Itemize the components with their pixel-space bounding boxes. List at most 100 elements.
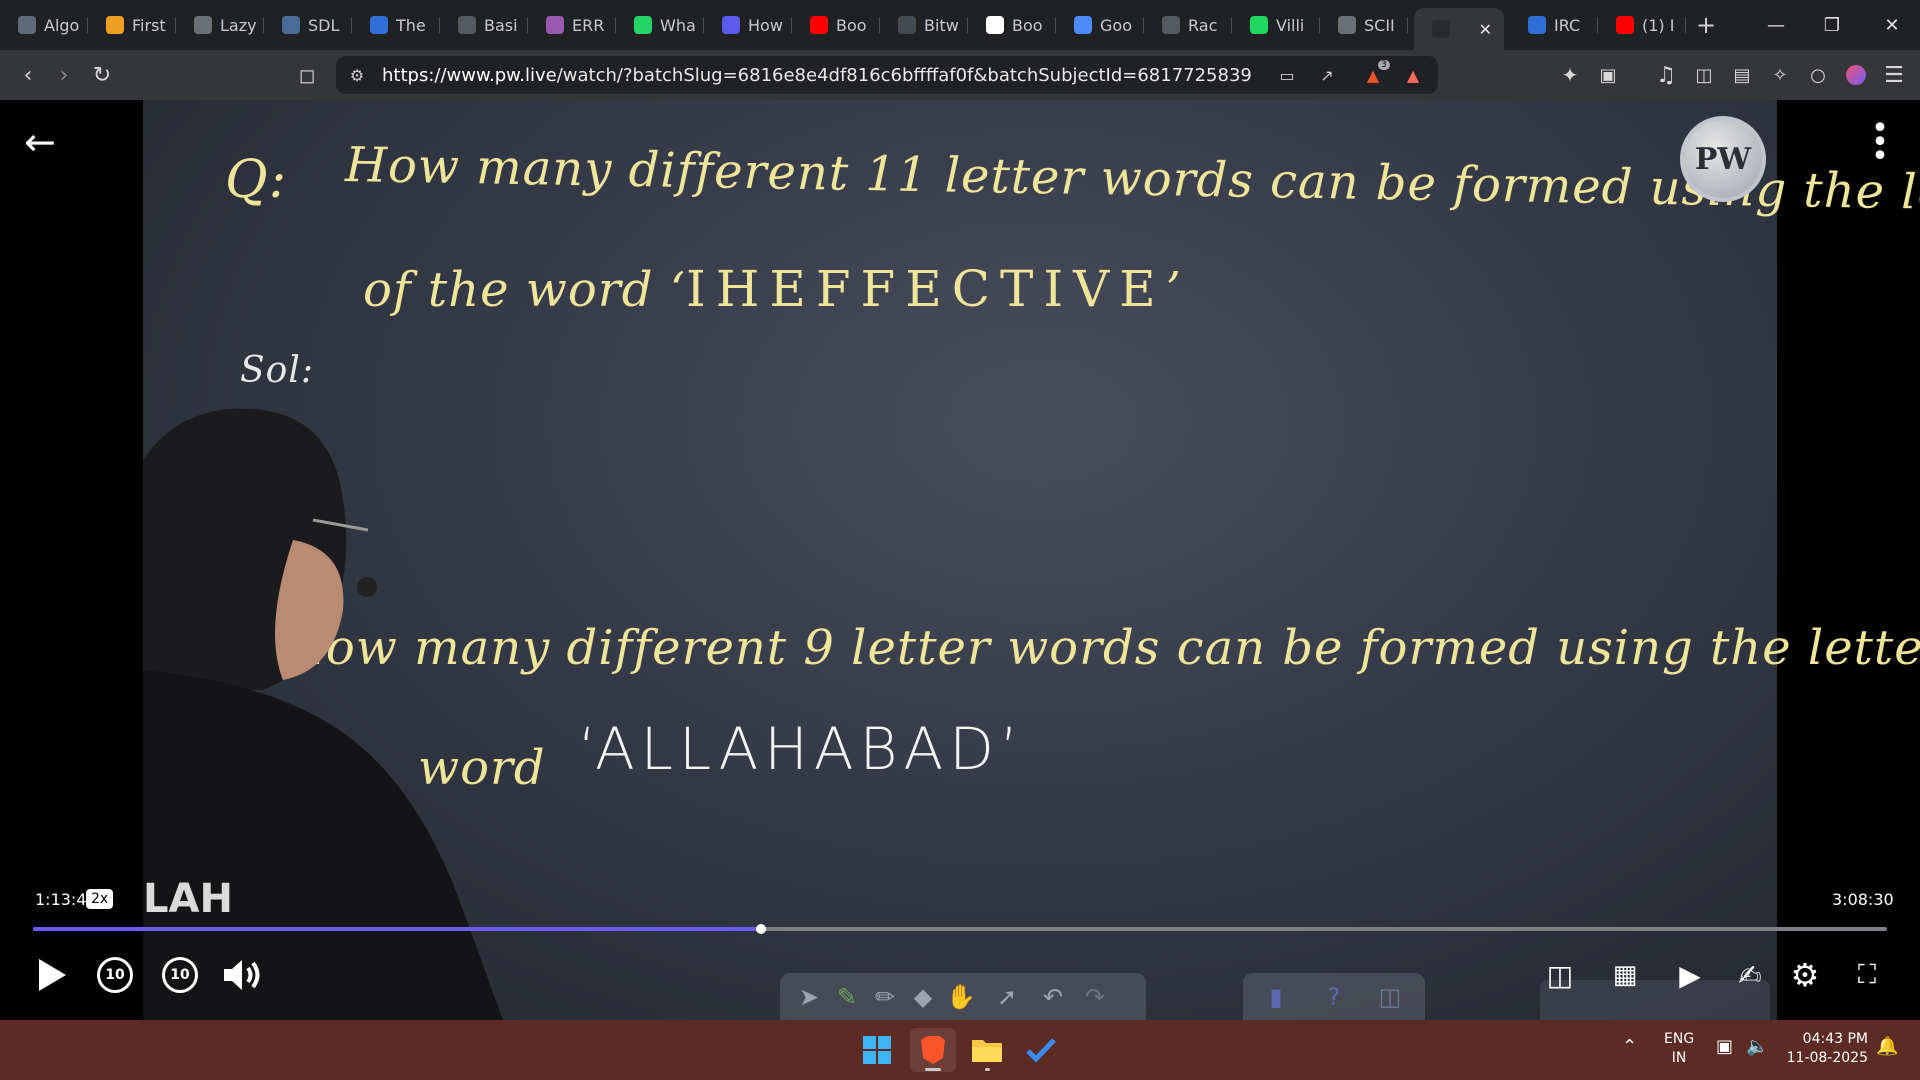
slides-icon: ▶ — [1679, 958, 1701, 992]
browser-tab[interactable]: First — [88, 0, 176, 50]
browser-tab[interactable]: SDL — [264, 0, 352, 50]
browser-tab[interactable]: Boo — [792, 0, 880, 50]
back-arrow-icon[interactable]: ← — [24, 122, 64, 162]
browser-tab[interactable]: Rac — [1144, 0, 1232, 50]
browser-tab[interactable]: How — [704, 0, 792, 50]
video-player[interactable]: Q: How many different 11 letter words ca… — [0, 100, 1920, 1020]
close-tab-icon[interactable]: ✕ — [1479, 20, 1492, 39]
url-text[interactable]: https://www.pw.live/watch/?batchSlug=681… — [382, 65, 1252, 86]
progress-bar[interactable] — [33, 924, 1887, 934]
browser-tab[interactable]: IRC — [1510, 0, 1598, 50]
slides-button[interactable]: ▶ — [1665, 950, 1715, 1000]
language-indicator[interactable]: ENG IN — [1664, 1030, 1694, 1068]
redo-icon: ↷ — [1084, 983, 1106, 1011]
tab-title: Villi — [1276, 15, 1305, 35]
chat-button[interactable]: ◫ — [1535, 950, 1585, 1000]
play-button[interactable] — [27, 950, 77, 1000]
share-icon[interactable]: ↗ — [1314, 63, 1340, 87]
notes-button[interactable]: ✍ — [1725, 950, 1775, 1000]
reload-button[interactable]: ↻ — [82, 50, 122, 100]
bookmark-icon[interactable]: ◻ — [287, 50, 327, 100]
close-window-button[interactable]: ✕ — [1864, 0, 1920, 50]
openai-icon — [1162, 16, 1180, 34]
new-tab-button[interactable]: + — [1686, 0, 1726, 50]
browser-tab[interactable]: ✕ — [1414, 8, 1504, 50]
playback-speed-badge[interactable]: 2x — [86, 889, 114, 909]
browser-tab[interactable]: Basi — [440, 0, 528, 50]
watermark-text: LAH — [143, 876, 233, 922]
folder-icon — [972, 1040, 1002, 1062]
browser-tab[interactable]: Lazy — [176, 0, 264, 50]
brave-rewards-icon[interactable]: ▲ — [1400, 63, 1426, 87]
forward-button[interactable]: › — [44, 50, 84, 100]
highlighter-icon: ✏ — [874, 983, 896, 1011]
browser-tab[interactable]: SCII — [1320, 0, 1408, 50]
chat-bot-icon — [18, 16, 36, 34]
tab-title: Goo — [1100, 15, 1132, 35]
back-button[interactable]: ‹ — [8, 50, 48, 100]
taskbar-todo[interactable] — [1018, 1028, 1064, 1072]
show-hidden-icons[interactable]: ⌃ — [1622, 1036, 1637, 1057]
media-icon[interactable]: ♫ — [1646, 50, 1686, 100]
site-settings-icon[interactable]: ⚙ — [344, 63, 370, 87]
network-icon[interactable]: ▣ — [1716, 1036, 1733, 1057]
tab-title: How — [748, 15, 783, 35]
play-icon — [39, 959, 66, 991]
speaker-icon[interactable]: 🔈 — [1746, 1036, 1768, 1057]
browser-tab[interactable]: (1) I — [1598, 0, 1686, 50]
tab-title: SCII — [1364, 15, 1395, 35]
taskbar-file-explorer[interactable] — [964, 1028, 1010, 1072]
irctc-icon — [1528, 16, 1546, 34]
address-bar[interactable]: ⚙ https://www.pw.live/watch/?batchSlug=6… — [336, 56, 1438, 94]
progress-handle[interactable] — [755, 924, 766, 934]
spotify-icon — [1250, 16, 1268, 34]
taskbar-clock[interactable]: 04:43 PM 11-08-2025 — [1780, 1030, 1868, 1068]
tab-title: (1) I — [1642, 15, 1675, 35]
browser-tab[interactable]: Bitw — [880, 0, 968, 50]
pw-icon — [1432, 20, 1450, 38]
cast-icon[interactable]: ▭ — [1274, 63, 1300, 87]
browser-tab[interactable]: Algo — [0, 0, 88, 50]
fullscreen-button[interactable]: ⛶ — [1842, 950, 1892, 1000]
browser-tab[interactable]: The — [352, 0, 440, 50]
menu-icon[interactable]: ☰ — [1874, 50, 1914, 100]
minimize-button[interactable]: — — [1748, 0, 1804, 50]
tab-title: The — [396, 15, 426, 35]
notification-bell-icon[interactable]: 🔔 — [1876, 1036, 1898, 1057]
rewind-10-button[interactable]: 10 — [90, 950, 140, 1000]
whatsapp-icon — [634, 16, 652, 34]
browser-tab[interactable]: Goo — [1056, 0, 1144, 50]
reader-mode-icon[interactable]: ▣ — [1588, 50, 1628, 100]
checkmark-icon — [1026, 1038, 1056, 1063]
bolt-icon — [106, 16, 124, 34]
profile-avatar[interactable] — [1836, 50, 1876, 100]
browser-tab[interactable]: Wha — [616, 0, 704, 50]
browser-tab[interactable]: ERR — [528, 0, 616, 50]
translate-button[interactable]: ▦ — [1600, 950, 1650, 1000]
restore-button[interactable]: ❐ — [1804, 0, 1860, 50]
sidebar-icon[interactable]: ◫ — [1684, 50, 1724, 100]
board-drawing-toolbar: ➤ ✎ ✏ ◆ ✋ ➚ ↶ ↷ — [780, 973, 1146, 1020]
more-options-icon[interactable]: • • • — [1862, 114, 1898, 172]
extensions-icon[interactable]: ✦ — [1550, 50, 1590, 100]
wallet-icon[interactable]: ▤ — [1722, 50, 1762, 100]
board-interaction-toolbar: ▮ ? ◫ — [1243, 973, 1425, 1020]
w3-icon — [370, 16, 388, 34]
settings-button[interactable]: ⚙ — [1780, 950, 1830, 1000]
tab-title: Boo — [836, 15, 867, 35]
browser-tab[interactable]: Boo — [968, 0, 1056, 50]
gemini-icon — [1074, 16, 1092, 34]
browser-tab[interactable]: Villi — [1232, 0, 1320, 50]
tab-title: Basi — [484, 15, 518, 35]
leo-ai-icon[interactable]: ✧ — [1760, 50, 1800, 100]
volume-icon — [224, 960, 260, 990]
taskbar-brave[interactable] — [910, 1028, 956, 1072]
eraser-icon: ◆ — [913, 983, 933, 1011]
vpn-icon[interactable]: ○ — [1798, 50, 1838, 100]
start-button[interactable] — [854, 1028, 900, 1072]
instructor — [143, 408, 503, 1020]
forward-10-button[interactable]: 10 — [155, 950, 205, 1000]
word-allahabad: ‘ALLAHABAD’ — [578, 715, 1025, 783]
volume-button[interactable] — [218, 950, 268, 1000]
poll-icon: ▮ — [1269, 983, 1283, 1011]
